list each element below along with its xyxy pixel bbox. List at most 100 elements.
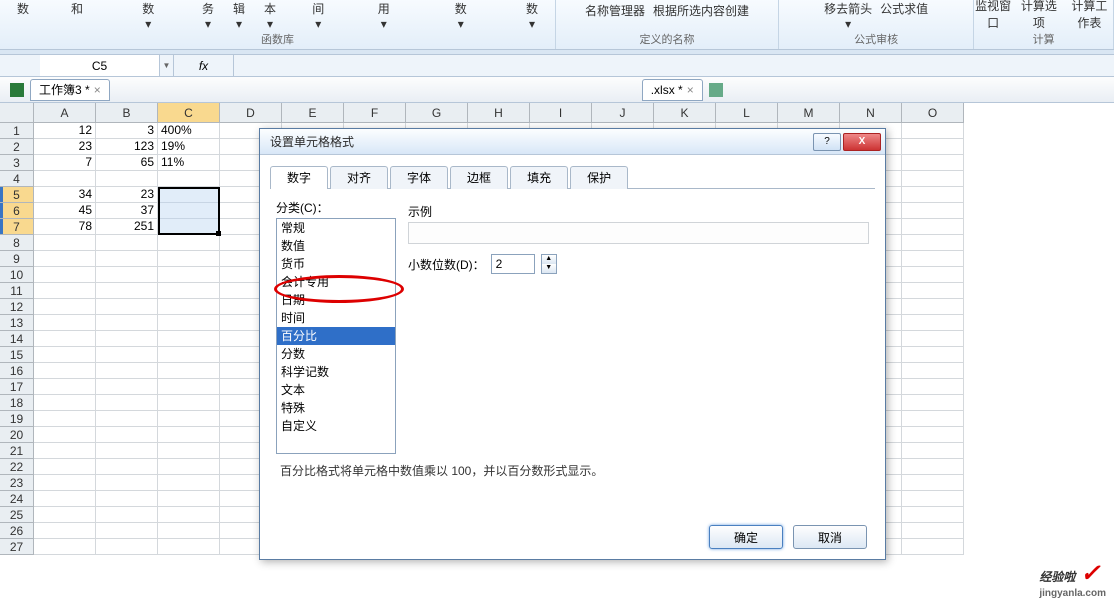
column-header[interactable]: G [406,103,468,123]
cell[interactable] [158,395,220,411]
cell[interactable] [902,315,964,331]
cell[interactable] [158,507,220,523]
column-header[interactable]: A [34,103,96,123]
row-header[interactable]: 5 [0,187,34,203]
cell[interactable] [34,539,96,555]
cell[interactable] [96,299,158,315]
column-header[interactable]: M [778,103,840,123]
cell[interactable] [96,283,158,299]
cell[interactable] [902,427,964,443]
category-item[interactable]: 会计专用 [277,273,395,291]
row-header[interactable]: 9 [0,251,34,267]
cell[interactable] [34,347,96,363]
cell[interactable] [158,539,220,555]
cell[interactable] [902,363,964,379]
category-item[interactable]: 时间 [277,309,395,327]
cell[interactable] [902,267,964,283]
cell[interactable]: 34 [34,187,96,203]
cell[interactable] [902,475,964,491]
cell[interactable] [96,315,158,331]
column-header[interactable]: K [654,103,716,123]
doc-tab[interactable]: .xlsx *× [642,79,703,101]
cell[interactable] [902,411,964,427]
cell[interactable] [902,395,964,411]
ribbon-item[interactable]: 其他函数▾ [509,0,555,31]
column-header[interactable]: B [96,103,158,123]
cell[interactable] [34,331,96,347]
cell[interactable]: 7 [34,155,96,171]
row-header[interactable]: 3 [0,155,34,171]
ribbon-item[interactable]: 逻辑▾ [228,0,251,31]
cell[interactable] [158,315,220,331]
cell[interactable] [34,267,96,283]
cell[interactable]: 251 [96,219,158,235]
cell[interactable] [902,139,964,155]
formula-input[interactable] [234,55,1114,76]
row-header[interactable]: 13 [0,315,34,331]
cell[interactable] [96,171,158,187]
cell[interactable] [34,491,96,507]
row-header[interactable]: 22 [0,459,34,475]
cell[interactable] [902,123,964,139]
dialog-tab[interactable]: 填充 [510,166,568,189]
fx-label[interactable]: fx [174,55,234,76]
row-header[interactable]: 21 [0,443,34,459]
cell[interactable] [902,331,964,347]
row-header[interactable]: 10 [0,267,34,283]
category-item[interactable]: 百分比 [277,327,395,345]
dialog-tab[interactable]: 数字 [270,166,328,189]
cell[interactable] [34,315,96,331]
cell[interactable] [158,411,220,427]
row-header[interactable]: 14 [0,331,34,347]
category-item[interactable]: 特殊 [277,399,395,417]
help-button[interactable]: ? [813,133,841,151]
ribbon-item[interactable]: 计算选项 [1020,0,1058,31]
row-header[interactable]: 25 [0,507,34,523]
cell[interactable] [158,171,220,187]
ribbon-item[interactable]: 最近使用的函数▾ [108,0,188,31]
cell[interactable]: 65 [96,155,158,171]
cell[interactable] [158,491,220,507]
column-header[interactable]: E [282,103,344,123]
cell[interactable]: 78 [34,219,96,235]
column-header[interactable]: H [468,103,530,123]
cell[interactable]: 23 [34,139,96,155]
cell[interactable] [34,379,96,395]
row-header[interactable]: 18 [0,395,34,411]
ribbon-item[interactable]: 插入函数 [0,0,46,17]
dialog-tab[interactable]: 对齐 [330,166,388,189]
cell[interactable] [158,459,220,475]
dialog-tab[interactable]: 字体 [390,166,448,189]
cell[interactable] [902,459,964,475]
row-header[interactable]: 7 [0,219,34,235]
spin-up-icon[interactable]: ▲ [542,255,556,264]
cell[interactable] [96,347,158,363]
cell[interactable] [902,171,964,187]
cell[interactable] [902,283,964,299]
category-list[interactable]: 常规数值货币会计专用日期时间百分比分数科学记数文本特殊自定义 [276,218,396,454]
close-icon[interactable]: × [94,83,101,97]
cell[interactable] [158,379,220,395]
row-header[interactable]: 17 [0,379,34,395]
category-item[interactable]: 日期 [277,291,395,309]
cell[interactable] [158,475,220,491]
column-header[interactable]: J [592,103,654,123]
cell[interactable] [158,235,220,251]
cell[interactable]: 45 [34,203,96,219]
column-header[interactable]: L [716,103,778,123]
cell[interactable] [34,299,96,315]
ribbon-item[interactable]: 根据所选内容创建 [653,2,749,19]
cell[interactable] [158,251,220,267]
column-header[interactable]: N [840,103,902,123]
column-header[interactable]: O [902,103,964,123]
cell[interactable] [158,523,220,539]
cell[interactable] [158,267,220,283]
cell[interactable]: 400% [158,123,220,139]
cell[interactable] [902,523,964,539]
row-header[interactable]: 15 [0,347,34,363]
category-item[interactable]: 分数 [277,345,395,363]
cell[interactable] [34,171,96,187]
row-header[interactable]: 6 [0,203,34,219]
cell[interactable] [34,395,96,411]
cell[interactable] [96,491,158,507]
